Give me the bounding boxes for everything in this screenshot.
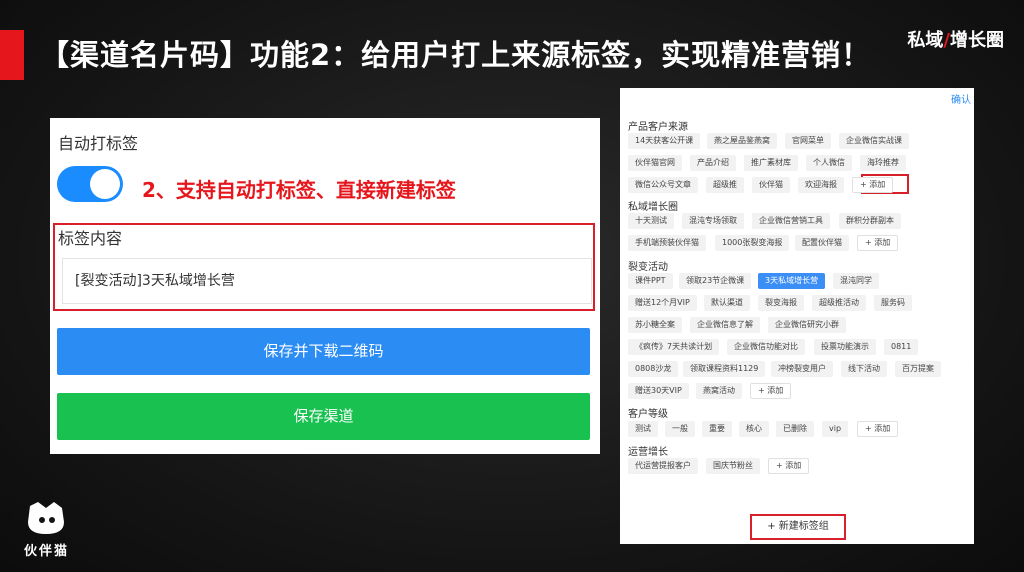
channel-form-panel: 自动打标签 2、支持自动打标签、直接新建标签 标签内容 [裂变活动]3天私域增长…: [50, 118, 600, 454]
tag-group-title: 运营增长: [628, 447, 668, 458]
brand-slash: /: [943, 30, 950, 51]
tag-chip[interactable]: 投票功能演示: [814, 339, 876, 355]
tag-chip[interactable]: 手机端预装伙伴猫: [628, 235, 706, 251]
tag-chip[interactable]: 企业微信实战课: [839, 133, 909, 149]
add-tag-button[interactable]: + 添加: [857, 421, 899, 437]
tag-chip[interactable]: 赠送30天VIP: [628, 383, 689, 399]
tag-chip[interactable]: 官网菜单: [785, 133, 831, 149]
tag-chip[interactable]: 欢迎海报: [798, 177, 844, 193]
new-tag-group-button[interactable]: + 新建标签组: [750, 514, 846, 540]
tag-chip[interactable]: 3天私域增长营: [758, 273, 826, 289]
tag-chip[interactable]: 企业微信研究小群: [768, 317, 846, 333]
tag-chip[interactable]: 苏小糖全案: [628, 317, 682, 333]
tag-chip[interactable]: 个人微信: [806, 155, 852, 171]
auto-tag-label: 自动打标签: [58, 134, 139, 153]
logo-text: 伙伴猫: [24, 544, 70, 559]
tag-chip[interactable]: 核心: [739, 421, 769, 437]
toggle-knob: [90, 169, 120, 199]
tag-group-title: 裂变活动: [628, 262, 668, 273]
tag-chip[interactable]: 伙伴猫: [752, 177, 790, 193]
tag-chip[interactable]: 超级推: [706, 177, 744, 193]
tag-chip[interactable]: 十天测试: [628, 213, 674, 229]
auto-tag-toggle[interactable]: [57, 166, 123, 202]
tag-chip[interactable]: 14天获客公开课: [628, 133, 701, 149]
tag-chip[interactable]: 线下活动: [841, 361, 887, 377]
tag-chip[interactable]: 服务码: [874, 295, 912, 311]
tag-chip[interactable]: 企业微信营销工具: [752, 213, 830, 229]
tag-chip[interactable]: 推广素材库: [744, 155, 798, 171]
tag-chip[interactable]: 燕窝活动: [696, 383, 742, 399]
accent-bar: [0, 30, 24, 80]
tag-chip[interactable]: 领取课程资料1129: [683, 361, 766, 377]
tag-chip[interactable]: 海玲推荐: [860, 155, 906, 171]
tag-chip[interactable]: 《疯传》7天共读计划: [628, 339, 720, 355]
tag-chip[interactable]: 配置伙伴猫: [795, 235, 849, 251]
tag-chip[interactable]: 代运营提报客户: [628, 458, 698, 474]
add-tag-button[interactable]: + 添加: [857, 235, 899, 251]
tag-group-title: 私域增长圈: [628, 202, 678, 213]
brand-part2: 增长圈: [950, 30, 1004, 51]
tag-chip[interactable]: 混沌同学: [833, 273, 879, 289]
tag-chip[interactable]: 国庆节粉丝: [706, 458, 760, 474]
brand-part1: 私域: [907, 30, 944, 51]
tag-chip[interactable]: 赠送12个月VIP: [628, 295, 697, 311]
brand-logo: 私域/增长圈: [907, 26, 1004, 52]
add-tag-button[interactable]: + 添加: [750, 383, 792, 399]
add-tag-button[interactable]: + 添加: [852, 177, 894, 193]
tag-chip[interactable]: 课件PPT: [628, 273, 673, 289]
feature-callout: 2、支持自动打标签、直接新建标签: [142, 178, 456, 202]
tag-chip[interactable]: vip: [822, 421, 849, 437]
save-channel-button[interactable]: 保存渠道: [57, 393, 590, 440]
tag-chip[interactable]: 企业微信功能对比: [727, 339, 805, 355]
save-download-button[interactable]: 保存并下载二维码: [57, 328, 590, 375]
tag-chip[interactable]: 百万提案: [895, 361, 941, 377]
tag-chip[interactable]: 燕之屋品鉴燕窝: [707, 133, 777, 149]
cat-logo-icon: [28, 502, 64, 534]
tag-group-title: 产品客户来源: [628, 122, 688, 133]
tag-chip[interactable]: 产品介绍: [690, 155, 736, 171]
tag-chip[interactable]: 群积分群副本: [839, 213, 901, 229]
tag-chip[interactable]: 一般: [665, 421, 695, 437]
tag-content-field[interactable]: [裂变活动]3天私域增长营: [62, 258, 592, 304]
tag-chip[interactable]: 重要: [702, 421, 732, 437]
confirm-link[interactable]: 确认: [951, 91, 971, 106]
tag-chip[interactable]: 超级推活动: [812, 295, 866, 311]
tag-chip[interactable]: 0811: [884, 339, 919, 355]
tag-group-title: 客户等级: [628, 409, 668, 420]
tag-chip[interactable]: 伙伴猫官网: [628, 155, 682, 171]
tag-chip[interactable]: 1000张裂变海报: [715, 235, 790, 251]
tag-chip[interactable]: 已删除: [776, 421, 814, 437]
tag-chip[interactable]: 0808沙龙: [628, 361, 679, 377]
tag-chip[interactable]: 企业微信息了解: [690, 317, 760, 333]
tag-content-label: 标签内容: [58, 229, 123, 248]
add-tag-button[interactable]: + 添加: [768, 458, 810, 474]
tag-picker-panel: 确认 + 新建标签组 产品客户来源 14天获客公开课 燕之屋品鉴燕窝 官网菜单 企业微信…: [620, 88, 974, 544]
tag-chip[interactable]: 领取23节企微课: [679, 273, 752, 289]
tag-chip[interactable]: 冲榜裂变用户: [771, 361, 833, 377]
slide-headline: 【渠道名片码】功能2：给用户打上来源标签，实现精准营销！: [40, 38, 872, 72]
tag-chip[interactable]: 裂变海报: [758, 295, 804, 311]
tag-chip[interactable]: 测试: [628, 421, 658, 437]
tag-chip[interactable]: 默认渠道: [704, 295, 750, 311]
tag-chip[interactable]: 微信公众号文章: [628, 177, 698, 193]
tag-chip[interactable]: 混沌专场领取: [682, 213, 744, 229]
